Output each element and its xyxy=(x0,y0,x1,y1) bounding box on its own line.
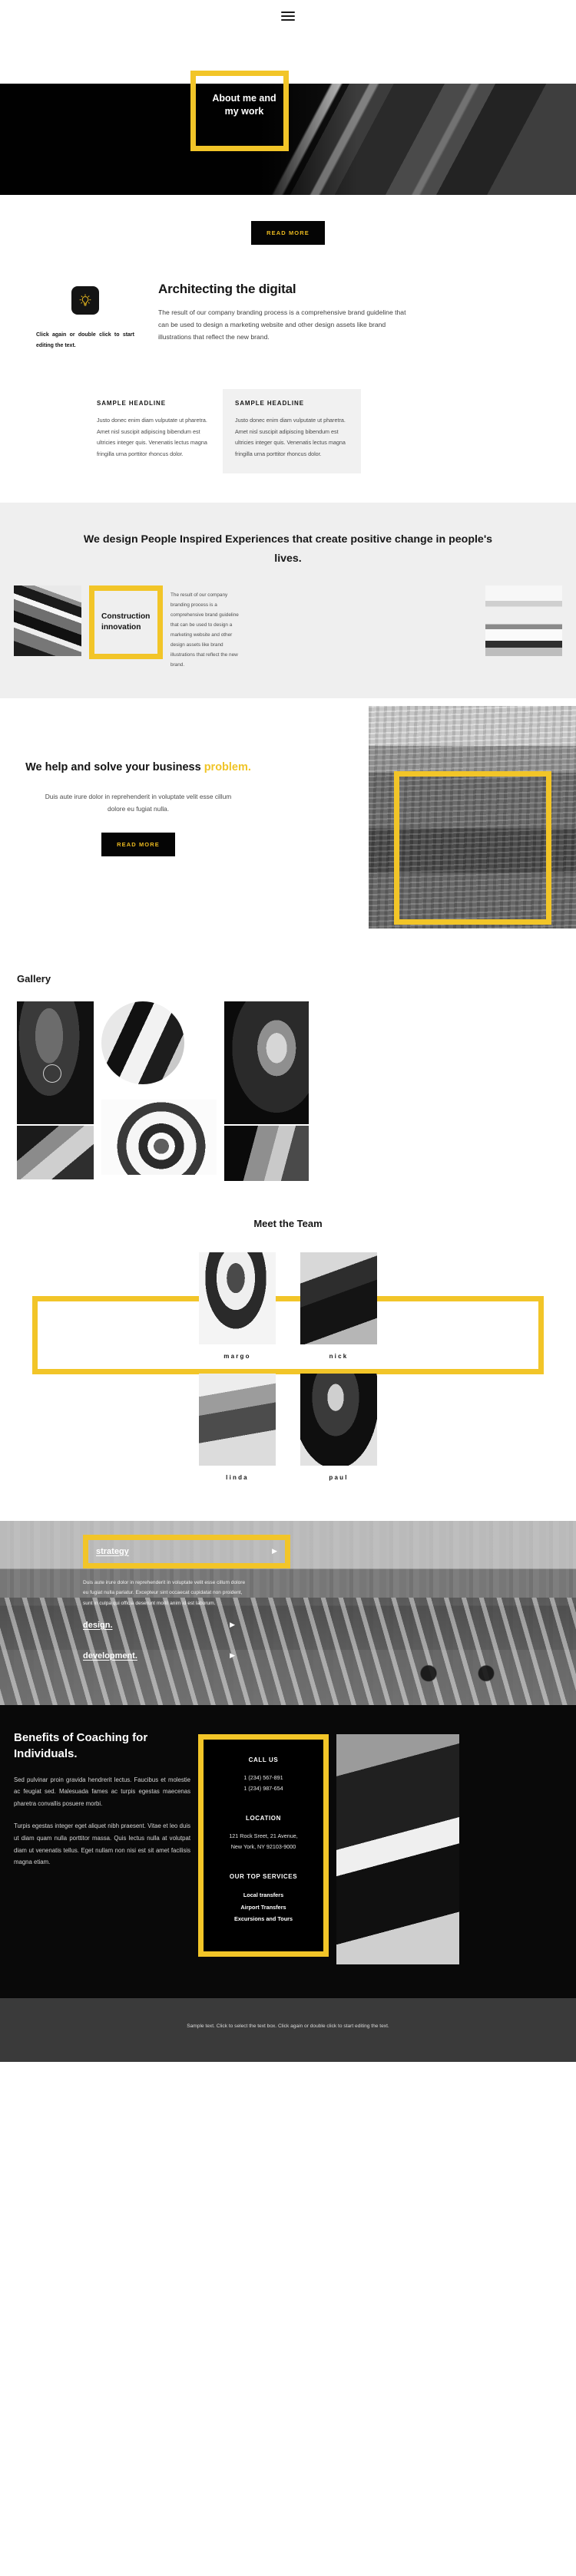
gallery-image-hand-ring[interactable] xyxy=(17,1125,94,1179)
service-item-design[interactable]: design. ▶ xyxy=(83,1621,290,1630)
architecting-heading: Architecting the digital xyxy=(158,282,296,296)
gallery-image-wood[interactable] xyxy=(224,1125,309,1181)
team-member-margo[interactable]: margo xyxy=(199,1252,276,1369)
service-label-design: design. xyxy=(83,1620,113,1630)
inspired-body-text: The result of our company branding proce… xyxy=(170,592,239,668)
construction-innovation-card: Construction innovation xyxy=(89,585,163,659)
service-item-strategy[interactable]: strategy ▶ Duis aute irure dolor in repr… xyxy=(83,1534,290,1609)
team-photo-linda xyxy=(199,1373,276,1466)
team-photo-nick xyxy=(300,1252,377,1344)
contact-address-line-1: 121 Rock Sreet, 21 Avenue, xyxy=(229,1832,298,1839)
contact-service-3[interactable]: Excursions and Tours xyxy=(211,1913,316,1925)
play-arrow-icon: ▶ xyxy=(230,1621,235,1629)
solve-paragraph: Duis aute irure dolor in reprehenderit i… xyxy=(45,792,232,813)
play-arrow-icon: ▶ xyxy=(272,1547,277,1555)
team-member-nick[interactable]: nick xyxy=(300,1252,377,1369)
team-member-linda[interactable]: linda xyxy=(199,1373,276,1490)
hero-section: About me and my work xyxy=(0,32,576,239)
sample-headline-2: SAMPLE HEADLINE xyxy=(235,400,304,407)
cyclist-silhouette xyxy=(401,1611,516,1697)
inspired-section: We design People Inspired Experiences th… xyxy=(0,502,576,698)
gallery-image-portrait[interactable] xyxy=(224,1001,309,1124)
solve-read-more-button[interactable]: READ MORE xyxy=(101,832,175,856)
top-navbar xyxy=(0,0,576,32)
architecting-paragraph: The result of our company branding proce… xyxy=(158,308,406,341)
sample-body-1: Justo donec enim diam vulputate ut phare… xyxy=(97,417,207,457)
contact-phone-1[interactable]: 1 (234) 567-891 xyxy=(211,1773,316,1783)
architecting-section: Click again or double click to start edi… xyxy=(0,245,576,473)
solve-heading-main: We help and solve your business xyxy=(25,760,204,773)
contact-service-2[interactable]: Airport Transfers xyxy=(211,1901,316,1914)
services-section: strategy ▶ Duis aute irure dolor in repr… xyxy=(0,1520,576,1705)
solve-heading-accent: problem. xyxy=(204,760,251,773)
team-heading: Meet the Team xyxy=(253,1217,323,1229)
service-item-development[interactable]: development. ▶ xyxy=(83,1651,290,1661)
team-name-paul: paul xyxy=(329,1473,349,1481)
sample-columns: SAMPLE HEADLINE Justo donec enim diam vu… xyxy=(0,389,576,473)
gallery-section: Gallery xyxy=(0,936,576,1181)
contact-services-heading: OUR TOP SERVICES xyxy=(229,1872,298,1880)
benefits-heading: Benefits of Coaching for Individuals. xyxy=(14,1730,148,1760)
gallery-column-3 xyxy=(224,1001,309,1181)
team-photo-paul xyxy=(300,1373,377,1466)
gallery-image-sleeve[interactable] xyxy=(101,1001,184,1084)
construction-innovation-title: Construction innovation xyxy=(101,612,151,632)
benefits-paragraph-1: Sed pulvinar proin gravida hendrerit lec… xyxy=(14,1776,190,1807)
solve-yellow-frame xyxy=(394,770,551,925)
contact-service-1[interactable]: Local transfers xyxy=(211,1889,316,1901)
inspired-photo-right xyxy=(485,585,562,656)
service-body-strategy: Duis aute irure dolor in reprehenderit i… xyxy=(83,1579,246,1606)
architecting-icon-caption: Click again or double click to start edi… xyxy=(36,332,134,348)
sample-body-2: Justo donec enim diam vulputate ut phare… xyxy=(235,417,346,457)
solve-heading: We help and solve your business problem. xyxy=(0,760,276,776)
solve-problem-section: We help and solve your business problem.… xyxy=(0,698,576,936)
team-name-margo: margo xyxy=(223,1352,251,1360)
gallery-column-1 xyxy=(17,1001,94,1179)
landing-page: About me and my work READ MORE Click aga… xyxy=(0,0,576,2062)
contact-card: CALL US 1 (234) 567-891 1 (234) 987-654 … xyxy=(198,1733,329,1958)
architecting-icon-block: Click again or double click to start edi… xyxy=(12,282,158,351)
benefits-woman-photo xyxy=(336,1733,459,1964)
inspired-heading: We design People Inspired Experiences th… xyxy=(83,533,493,565)
sample-column-2: SAMPLE HEADLINE Justo donec enim diam vu… xyxy=(223,389,361,473)
service-label-strategy: strategy xyxy=(96,1546,129,1556)
sample-column-1: SAMPLE HEADLINE Justo donec enim diam vu… xyxy=(84,389,223,473)
contact-phone-2[interactable]: 1 (234) 987-654 xyxy=(211,1784,316,1794)
hamburger-menu-icon[interactable] xyxy=(281,9,295,23)
contact-address-line-2: New York, NY 92103-9000 xyxy=(230,1843,296,1851)
team-photo-margo xyxy=(199,1252,276,1344)
footer-text: Sample text. Click to select the text bo… xyxy=(187,2023,389,2029)
gallery-image-earring[interactable] xyxy=(17,1001,94,1124)
inspired-photo-left xyxy=(14,585,81,656)
gallery-image-staircase[interactable] xyxy=(101,1099,217,1175)
play-arrow-icon: ▶ xyxy=(230,1651,235,1660)
service-label-development: development. xyxy=(83,1651,137,1661)
sample-headline-1: SAMPLE HEADLINE xyxy=(97,400,166,407)
lightbulb-icon xyxy=(71,286,99,315)
gallery-column-2 xyxy=(101,1001,217,1175)
team-name-linda: linda xyxy=(226,1473,249,1481)
benefits-section: Benefits of Coaching for Individuals. Se… xyxy=(0,1704,576,1998)
team-name-nick: nick xyxy=(329,1352,349,1360)
team-section: Meet the Team margo nick linda paul xyxy=(0,1181,576,1521)
benefits-paragraph-2: Turpis egestas integer eget aliquet nibh… xyxy=(14,1822,190,1866)
contact-call-heading: CALL US xyxy=(248,1756,279,1763)
gallery-heading: Gallery xyxy=(17,972,51,985)
team-member-paul[interactable]: paul xyxy=(300,1373,377,1490)
contact-location-heading: LOCATION xyxy=(246,1814,281,1822)
hero-title: About me and my work xyxy=(212,93,276,117)
footer: Sample text. Click to select the text bo… xyxy=(0,1997,576,2062)
